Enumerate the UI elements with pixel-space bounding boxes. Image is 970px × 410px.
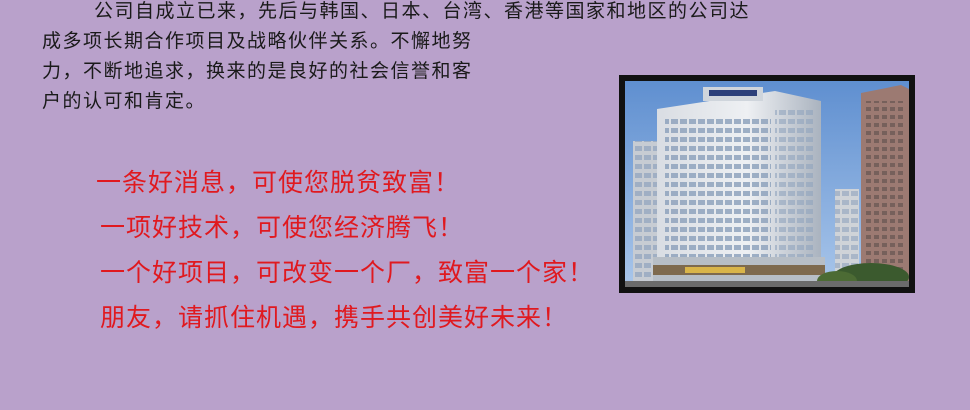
slogan-3: 一个好项目，可改变一个厂，致富一个家！ <box>100 258 595 287</box>
slogan-1: 一条好消息，可使您脱贫致富！ <box>96 168 461 197</box>
intro-line-2: 成多项长期合作项目及战略伙伴关系。不懈地努 <box>42 30 473 52</box>
slogan-2: 一项好技术，可使您经济腾飞！ <box>100 213 465 242</box>
intro-line-1: 公司自成立已来，先后与韩国、日本、台湾、香港等国家和地区的公司达 <box>94 0 751 22</box>
office-building-image <box>625 81 909 287</box>
slogan-list: 一条好消息，可使您脱贫致富！ 一项好技术，可使您经济腾飞！ 一个好项目，可改变一… <box>92 160 594 340</box>
building-photo <box>619 75 915 293</box>
slogan-4: 朋友，请抓住机遇，携手共创美好未来！ <box>100 303 569 332</box>
